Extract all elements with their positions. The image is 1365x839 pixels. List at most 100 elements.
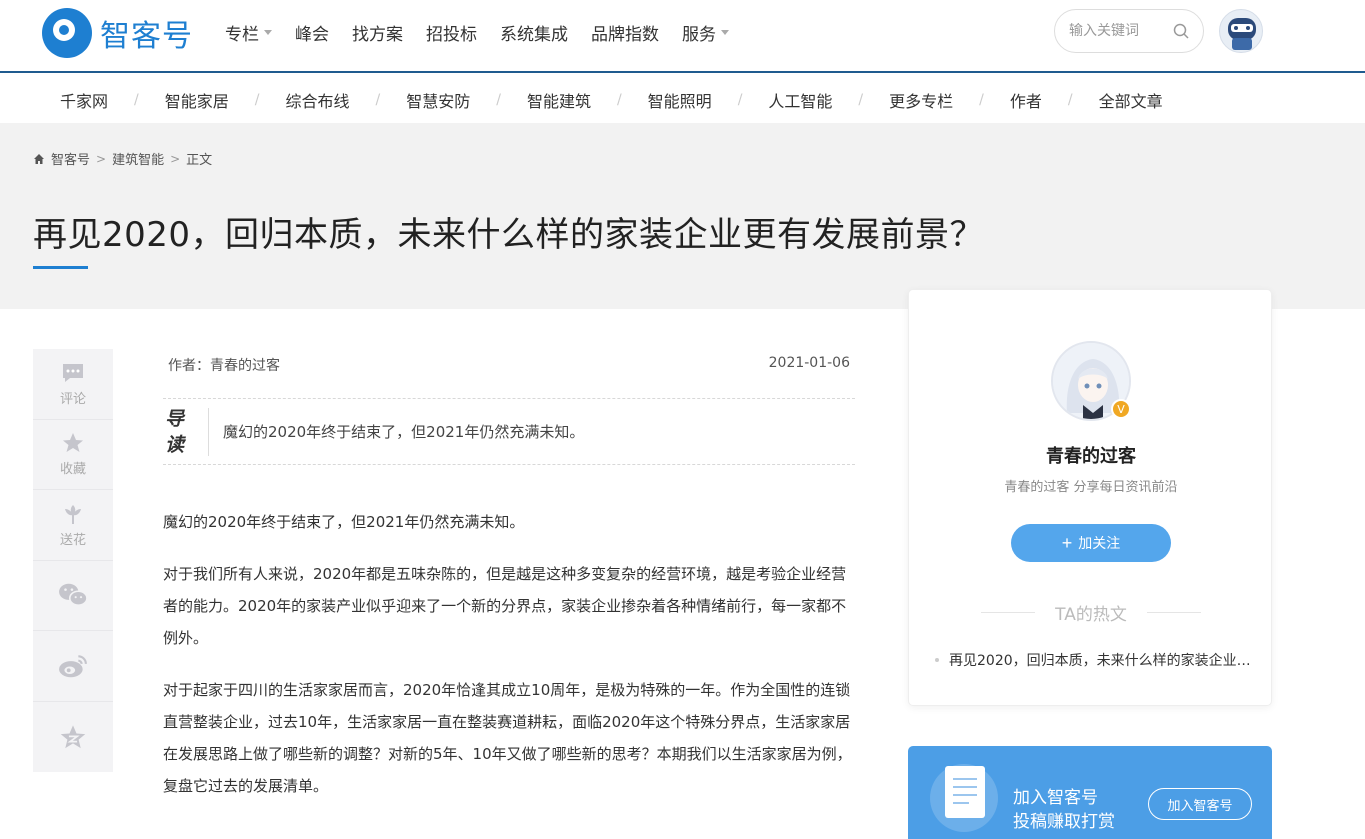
article-lead: 导 读 魔幻的2020年终于结束了，但2021年仍然充满未知。 xyxy=(163,399,855,465)
category-item[interactable]: 作者 xyxy=(1010,88,1042,112)
hot-articles-heading: TA的热文 xyxy=(981,600,1202,625)
wechat-icon xyxy=(59,584,88,607)
category-item[interactable]: 更多专栏 xyxy=(889,88,953,112)
nav-label: 品牌指数 xyxy=(591,25,659,45)
nav-divider: / xyxy=(858,92,864,108)
nav-label: 系统集成 xyxy=(500,25,568,45)
nav-label: 招投标 xyxy=(426,25,477,45)
nav-item-pinpaizhishu[interactable]: 品牌指数 xyxy=(591,20,659,45)
nav-divider: / xyxy=(979,92,984,108)
search-icon[interactable] xyxy=(1173,23,1189,39)
breadcrumb-current: 正文 xyxy=(186,153,213,168)
user-avatar[interactable] xyxy=(1219,9,1263,53)
share-qzone-button[interactable] xyxy=(33,702,113,773)
article-paragraph: 魔幻的2020年终于结束了，但2021年仍然充满未知。 xyxy=(163,513,525,531)
author-desc: 青春的过客 分享每日资讯前沿 xyxy=(1004,480,1178,495)
nav-divider: / xyxy=(375,92,381,108)
logo-text: 智客号 xyxy=(100,19,193,54)
nav-divider: / xyxy=(1067,92,1073,108)
send-flower-button[interactable]: 送花 xyxy=(33,490,113,561)
article-paragraph: 对于我们所有人来说，2020年都是五味杂陈的，但是越是这种多变复杂的经营环境，越… xyxy=(163,565,847,647)
category-item[interactable]: 千家网 xyxy=(60,88,108,112)
qzone-icon xyxy=(60,725,86,748)
nav-item-fuwu[interactable]: 服务 xyxy=(682,20,729,45)
category-item[interactable]: 智能建筑 xyxy=(527,88,591,112)
author-card: V 青春的过客 青春的过客 分享每日资讯前沿 + 加关注 TA的热文 再见202… xyxy=(908,289,1272,706)
breadcrumb: 智客号 > 建筑智能 > 正文 xyxy=(33,149,212,168)
article-hero: 智客号 > 建筑智能 > 正文 再见2020，回归本质，未来什么样的家装企业更有… xyxy=(0,123,1365,309)
category-item[interactable]: 综合布线 xyxy=(285,88,349,112)
home-icon xyxy=(34,153,44,164)
nav-label: 峰会 xyxy=(295,25,329,45)
main-nav: 专栏 峰会 找方案 招投标 系统集成 品牌指数 服务 xyxy=(225,20,752,45)
favorite-button[interactable]: 收藏 xyxy=(33,420,113,490)
category-item[interactable]: 智慧安防 xyxy=(406,88,470,112)
nav-divider: / xyxy=(616,92,622,108)
lead-tag: 导 读 xyxy=(163,407,209,456)
top-header: 智客号 专栏 峰会 找方案 招投标 系统集成 品牌指数 服务 xyxy=(0,0,1365,73)
hot-article-link[interactable]: 再见2020，回归本质，未来什么样的家装企业更有发展前景？ xyxy=(935,650,1255,670)
flower-icon xyxy=(65,504,81,524)
nav-label: 服务 xyxy=(682,25,716,45)
category-item[interactable]: 智能家居 xyxy=(165,88,229,112)
join-button[interactable]: 加入智客号 xyxy=(1148,788,1252,820)
author-name[interactable]: 青春的过客 xyxy=(909,442,1273,468)
banner-subtitle: 投稿赚取打赏 xyxy=(1013,812,1115,832)
bullet-icon xyxy=(935,658,939,662)
hot-article-title: 再见2020，回归本质，未来什么样的家装企业更有发展前景？ xyxy=(949,653,1251,669)
comment-label: 评论 xyxy=(59,391,86,407)
plus-icon: + xyxy=(1061,532,1073,553)
category-item[interactable]: 智能照明 xyxy=(648,88,712,112)
article-author[interactable]: 作者：青春的过客 xyxy=(168,355,280,398)
article-body: 作者：青春的过客 2021-01-06 导 读 魔幻的2020年终于结束了，但2… xyxy=(163,349,855,802)
document-icon xyxy=(945,766,985,818)
nav-divider: / xyxy=(254,92,260,108)
breadcrumb-category[interactable]: 建筑智能 xyxy=(112,149,164,168)
page-title: 再见2020，回归本质，未来什么样的家装企业更有发展前景？ xyxy=(33,215,985,255)
lead-text: 魔幻的2020年终于结束了，但2021年仍然充满未知。 xyxy=(223,423,585,441)
chevron-down-icon xyxy=(264,30,272,35)
search-box xyxy=(1054,9,1204,53)
category-nav: 千家网 / 智能家居 / 综合布线 / 智慧安防 / 智能建筑 / 智能照明 / 人工智能 /… xyxy=(0,75,1365,123)
favorite-label: 收藏 xyxy=(59,462,86,478)
site-logo[interactable]: 智客号 xyxy=(42,8,193,58)
nav-item-fenghui[interactable]: 峰会 xyxy=(295,20,329,45)
search-input[interactable] xyxy=(1069,23,1167,39)
follow-label: 加关注 xyxy=(1078,535,1121,551)
robot-avatar-icon xyxy=(1228,18,1256,50)
divider xyxy=(1146,612,1202,613)
divider xyxy=(981,612,1036,613)
share-rail: 评论 收藏 送花 xyxy=(33,349,113,772)
comment-icon xyxy=(63,363,83,382)
category-item[interactable]: 全部文章 xyxy=(1099,88,1163,112)
nav-label: 专栏 xyxy=(225,25,259,45)
nav-divider: / xyxy=(134,92,139,108)
logo-icon xyxy=(42,8,92,58)
chevron-right-icon: > xyxy=(170,151,181,166)
share-wechat-button[interactable] xyxy=(33,561,113,631)
lead-tag-char: 读 xyxy=(165,433,185,456)
share-weibo-button[interactable] xyxy=(33,631,113,702)
chevron-right-icon: > xyxy=(96,151,107,166)
nav-item-zhuanlan[interactable]: 专栏 xyxy=(225,20,272,45)
category-item[interactable]: 人工智能 xyxy=(768,88,832,112)
nav-item-zhaotoubiao[interactable]: 招投标 xyxy=(426,20,477,45)
article-date: 2021-01-06 xyxy=(768,355,850,371)
breadcrumb-home[interactable]: 智客号 xyxy=(51,149,90,168)
weibo-icon xyxy=(59,655,87,677)
nav-item-zhaofangan[interactable]: 找方案 xyxy=(352,20,403,45)
star-icon xyxy=(63,433,83,453)
follow-button[interactable]: + 加关注 xyxy=(1011,524,1171,562)
verified-badge: V xyxy=(1111,399,1131,419)
banner-title: 加入智客号 xyxy=(1013,788,1098,808)
article-paragraph: 对于起家于四川的生活家家居而言，2020年恰逢其成立10周年，是极为特殊的一年。… xyxy=(163,681,852,795)
nav-item-xitongjicheng[interactable]: 系统集成 xyxy=(500,20,568,45)
hot-heading-text: TA的热文 xyxy=(1055,605,1127,625)
comment-button[interactable]: 评论 xyxy=(33,349,113,420)
join-banner[interactable]: 加入智客号 投稿赚取打赏 加入智客号 xyxy=(908,746,1272,839)
nav-divider: / xyxy=(496,92,501,108)
article-meta: 作者：青春的过客 2021-01-06 xyxy=(163,349,855,399)
nav-label: 找方案 xyxy=(352,25,403,45)
chevron-down-icon xyxy=(721,30,729,35)
flower-label: 送花 xyxy=(59,532,86,548)
